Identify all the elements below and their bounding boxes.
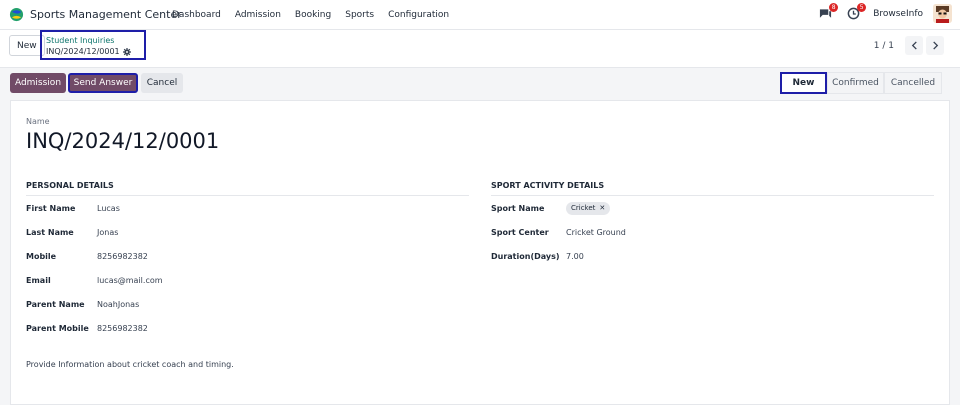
pager-value[interactable]: 1 / 1 — [874, 41, 894, 51]
stage-cancelled[interactable]: Cancelled — [884, 72, 942, 94]
send-answer-button[interactable]: Send Answer — [68, 73, 138, 93]
form-statusbar: Admission Send Answer Cancel New Confirm… — [0, 68, 960, 98]
name-caption: Name — [26, 117, 50, 126]
app-name[interactable]: Sports Management Center — [30, 8, 182, 21]
breadcrumb-student-inquiries[interactable]: Student Inquiries — [46, 35, 144, 46]
menu-sports[interactable]: Sports — [345, 10, 374, 20]
sport-center-field[interactable]: Cricket Ground — [566, 228, 626, 237]
pager: 1 / 1 — [874, 36, 944, 55]
parent-name-label: Parent Name — [26, 299, 85, 309]
last-name-label: Last Name — [26, 227, 74, 237]
activity-badge: 5 — [857, 2, 867, 12]
menu-configuration[interactable]: Configuration — [388, 10, 449, 20]
parent-mobile-label: Parent Mobile — [26, 323, 89, 333]
duration-label: Duration(Days) — [491, 251, 560, 261]
mobile-field[interactable]: 8256982382 — [97, 252, 148, 261]
duration-field[interactable]: 7.00 — [566, 252, 584, 261]
main-menu: Dashboard Admission Booking Sports Confi… — [172, 0, 463, 30]
email-field[interactable]: lucas@mail.com — [97, 276, 163, 285]
parent-mobile-row: Parent Mobile 8256982382 — [26, 316, 469, 340]
mobile-row: Mobile 8256982382 — [26, 244, 469, 268]
pager-previous-button[interactable] — [905, 36, 923, 55]
sport-tag[interactable]: Cricket ✕ — [566, 201, 611, 215]
sport-activity-section: SPORT ACTIVITY DETAILS Sport Name Cricke… — [491, 181, 934, 268]
chat-icon[interactable]: 8 — [817, 2, 839, 22]
first-name-field[interactable]: Lucas — [97, 204, 120, 213]
sport-name-row: Sport Name Cricket ✕ — [491, 196, 934, 220]
inquiry-note[interactable]: Provide Information about cricket coach … — [26, 360, 234, 369]
parent-name-row: Parent Name NoahJonas — [26, 292, 469, 316]
cancel-button[interactable]: Cancel — [141, 73, 183, 93]
activity-clock-icon[interactable]: 5 — [845, 2, 867, 22]
last-name-field[interactable]: Jonas — [97, 228, 118, 237]
first-name-row: First Name Lucas — [26, 196, 469, 220]
form-sheet: Name INQ/2024/12/0001 PERSONAL DETAILS F… — [10, 100, 950, 405]
mobile-label: Mobile — [26, 251, 57, 261]
sport-tag-label: Cricket — [571, 204, 596, 212]
stage-confirmed[interactable]: Confirmed — [827, 72, 884, 94]
control-panel: New Student Inquiries INQ/2024/12/0001 1… — [0, 30, 960, 68]
company-switcher[interactable]: BrowseInfo — [873, 9, 923, 19]
status-stages: New Confirmed Cancelled — [780, 72, 942, 94]
sport-name-label: Sport Name — [491, 203, 545, 213]
parent-name-field[interactable]: NoahJonas — [97, 300, 139, 309]
personal-details-heading: PERSONAL DETAILS — [26, 181, 469, 196]
last-name-row: Last Name Jonas — [26, 220, 469, 244]
chevron-right-icon — [932, 41, 938, 50]
menu-booking[interactable]: Booking — [295, 10, 331, 20]
chat-badge: 8 — [829, 2, 839, 12]
personal-details-section: PERSONAL DETAILS First Name Lucas Last N… — [26, 181, 469, 340]
menu-dashboard[interactable]: Dashboard — [172, 10, 221, 20]
navbar-systray: 8 5 BrowseInfo — [817, 2, 952, 23]
stage-new[interactable]: New — [780, 72, 827, 94]
parent-mobile-field[interactable]: 8256982382 — [97, 324, 148, 333]
breadcrumb: Student Inquiries INQ/2024/12/0001 — [40, 30, 146, 60]
breadcrumb-current-record: INQ/2024/12/0001 — [46, 46, 144, 58]
chevron-left-icon — [911, 41, 917, 50]
sport-center-row: Sport Center Cricket Ground — [491, 220, 934, 244]
menu-admission[interactable]: Admission — [235, 10, 281, 20]
first-name-label: First Name — [26, 203, 76, 213]
breadcrumb-current-label: INQ/2024/12/0001 — [46, 47, 120, 56]
duration-row: Duration(Days) 7.00 — [491, 244, 934, 268]
admission-button[interactable]: Admission — [10, 73, 66, 93]
top-navbar: Sports Management Center Dashboard Admis… — [0, 0, 960, 30]
pager-next-button[interactable] — [926, 36, 944, 55]
sport-activity-heading: SPORT ACTIVITY DETAILS — [491, 181, 934, 196]
record-name[interactable]: INQ/2024/12/0001 — [26, 129, 219, 153]
email-label: Email — [26, 275, 51, 285]
sport-center-label: Sport Center — [491, 227, 549, 237]
gear-icon[interactable] — [122, 48, 131, 56]
email-row: Email lucas@mail.com — [26, 268, 469, 292]
app-logo-icon[interactable] — [9, 7, 24, 22]
user-avatar[interactable] — [933, 4, 952, 23]
close-icon[interactable]: ✕ — [599, 204, 605, 212]
